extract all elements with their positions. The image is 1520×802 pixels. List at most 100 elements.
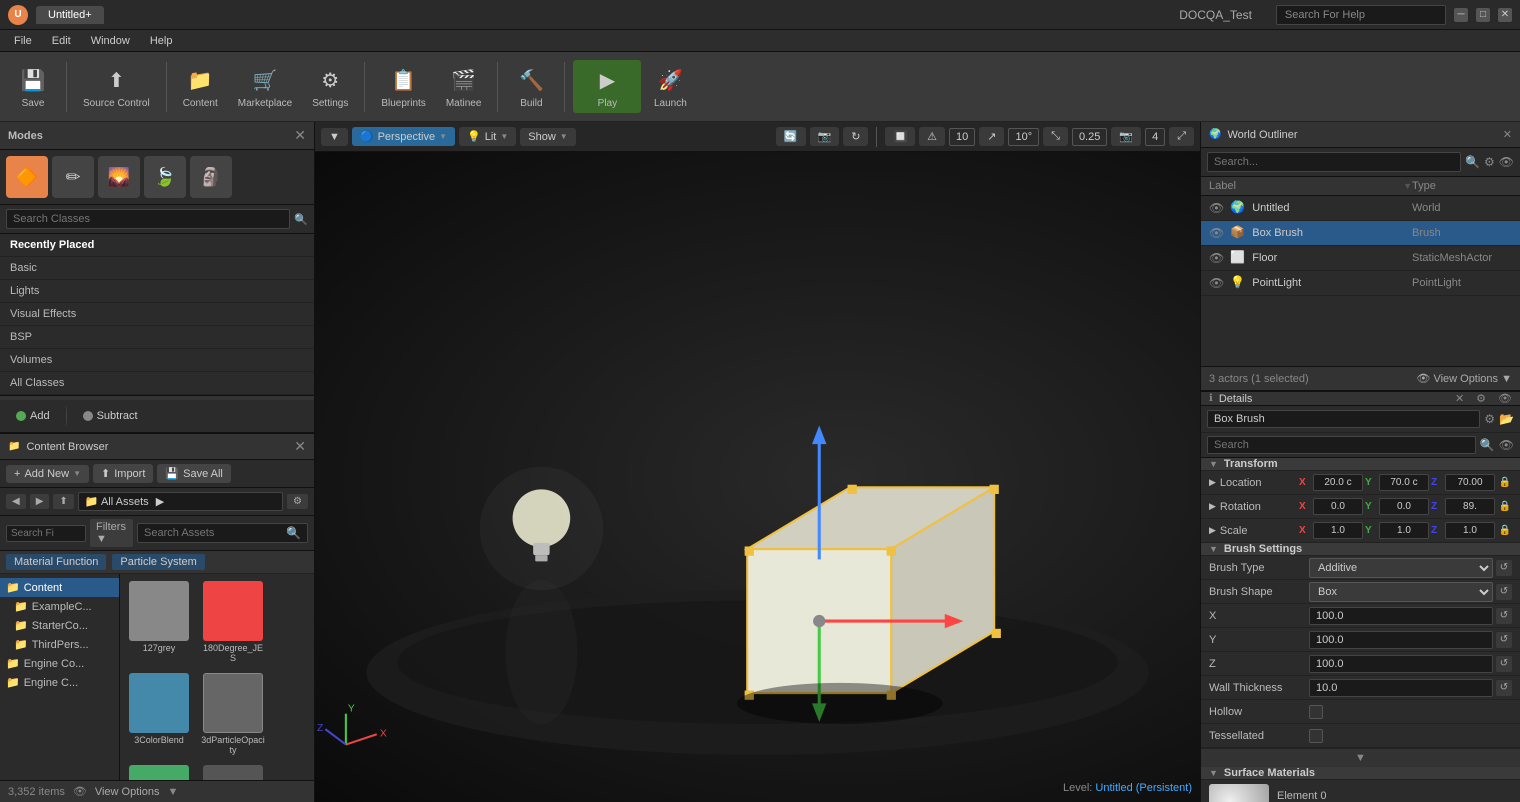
location-x-input[interactable] xyxy=(1313,474,1363,491)
category-all-classes[interactable]: All Classes xyxy=(0,372,314,395)
tree-item-thirdpers[interactable]: 📁 ThirdPers... xyxy=(0,635,119,654)
location-y-input[interactable] xyxy=(1379,474,1429,491)
maximize-button[interactable]: □ xyxy=(1476,8,1490,22)
camera-button[interactable]: 📷 xyxy=(810,127,840,146)
mode-foliage[interactable]: 🍃 xyxy=(144,156,186,198)
cb-up-button[interactable]: ⬆ xyxy=(53,494,73,509)
wo-item-box-brush[interactable]: 👁 📦 Box Brush Brush xyxy=(1201,221,1520,246)
toolbar-save[interactable]: 💾 Save xyxy=(8,60,58,113)
scale-z-input[interactable] xyxy=(1445,522,1495,539)
close-button[interactable]: ✕ xyxy=(1498,8,1512,22)
menu-window[interactable]: Window xyxy=(81,33,140,49)
cb-back-button[interactable]: ◀ xyxy=(6,494,26,509)
asset-3dparticleparticle[interactable]: 3dParticleOpacity_Particle xyxy=(198,762,268,780)
location-lock-button[interactable]: 🔒 xyxy=(1498,476,1512,490)
filter-material-function[interactable]: Material Function xyxy=(6,554,106,570)
subtract-button[interactable]: Subtract xyxy=(75,407,146,425)
toolbar-content[interactable]: 📁 Content xyxy=(175,60,226,113)
asset-3dparticleopacity[interactable]: 3dParticleOpacity xyxy=(198,670,268,758)
visibility-icon-box-brush[interactable]: 👁 xyxy=(1209,226,1224,240)
menu-file[interactable]: File xyxy=(4,33,42,49)
details-name-settings-icon[interactable]: ⚙ xyxy=(1484,412,1495,426)
toolbar-matinee[interactable]: 🎬 Matinee xyxy=(438,60,490,113)
category-basic[interactable]: Basic xyxy=(0,257,314,280)
visibility-icon-untitled[interactable]: 👁 xyxy=(1209,201,1224,215)
location-z-input[interactable] xyxy=(1445,474,1495,491)
filters-dropdown-button[interactable]: Filters ▼ xyxy=(90,519,133,547)
category-lights[interactable]: Lights xyxy=(0,280,314,303)
mode-geometry[interactable]: 🗿 xyxy=(190,156,232,198)
world-outliner-search-input[interactable] xyxy=(1207,152,1461,172)
search-assets-input[interactable] xyxy=(144,527,286,539)
asset-3colorblend[interactable]: 3ColorBlend xyxy=(124,670,194,758)
details-settings-icon[interactable]: ⚙ xyxy=(1476,392,1486,405)
rotation-z-input[interactable] xyxy=(1445,498,1495,515)
tree-item-engine-c[interactable]: 📁 Engine C... xyxy=(0,673,119,692)
perspective-button[interactable]: 🔵 Perspective ▼ xyxy=(352,127,455,146)
add-button[interactable]: Add xyxy=(8,407,58,425)
wo-view-options-button[interactable]: 👁 View Options ▼ xyxy=(1416,372,1512,385)
surface-materials-section-header[interactable]: ▼ Surface Materials xyxy=(1201,767,1520,780)
category-bsp[interactable]: BSP xyxy=(0,326,314,349)
menu-edit[interactable]: Edit xyxy=(42,33,81,49)
minimize-button[interactable]: ─ xyxy=(1454,8,1468,22)
brush-shape-reset-button[interactable]: ↺ xyxy=(1496,584,1512,600)
rotation-lock-button[interactable]: 🔒 xyxy=(1498,500,1512,514)
brush-settings-section-header[interactable]: ▼ Brush Settings xyxy=(1201,543,1520,556)
toolbar-launch[interactable]: 🚀 Launch xyxy=(645,60,695,113)
wo-item-pointlight[interactable]: 👁 💡 PointLight PointLight xyxy=(1201,271,1520,296)
search-classes-input[interactable] xyxy=(6,209,290,229)
cb-settings-button[interactable]: ⚙ xyxy=(287,494,308,509)
details-search-input[interactable] xyxy=(1207,436,1476,454)
brush-x-input[interactable] xyxy=(1309,607,1493,625)
camera-settings-button[interactable]: 📷 xyxy=(1111,127,1141,146)
main-tab[interactable]: Untitled+ xyxy=(36,6,104,24)
brush-y-reset-button[interactable]: ↺ xyxy=(1496,632,1512,648)
visibility-icon-floor[interactable]: 👁 xyxy=(1209,251,1224,265)
brush-y-input[interactable] xyxy=(1309,631,1493,649)
rotation-y-input[interactable] xyxy=(1379,498,1429,515)
world-outliner-eye-icon[interactable]: 👁 xyxy=(1499,155,1514,169)
details-close-button[interactable]: ✕ xyxy=(1455,392,1464,405)
brush-type-select[interactable]: Additive Subtractive xyxy=(1309,558,1493,578)
search-files-input[interactable] xyxy=(6,525,86,542)
transform-section-header[interactable]: ▼ Transform xyxy=(1201,458,1520,471)
scale-value[interactable]: 0.25 xyxy=(1072,128,1107,146)
wall-thickness-reset-button[interactable]: ↺ xyxy=(1496,680,1512,696)
tree-item-engine-co[interactable]: 📁 Engine Co... xyxy=(0,654,119,673)
details-name-browse-icon[interactable]: 📂 xyxy=(1499,412,1514,426)
wall-thickness-input[interactable] xyxy=(1309,679,1493,697)
search-help-input[interactable]: Search For Help xyxy=(1276,5,1446,25)
category-recently-placed[interactable]: Recently Placed xyxy=(0,234,314,257)
brush-x-reset-button[interactable]: ↺ xyxy=(1496,608,1512,624)
tree-item-starterco[interactable]: 📁 StarterCo... xyxy=(0,616,119,635)
brush-z-reset-button[interactable]: ↺ xyxy=(1496,656,1512,672)
visibility-icon-pointlight[interactable]: 👁 xyxy=(1209,276,1224,290)
cb-forward-button[interactable]: ▶ xyxy=(30,494,50,509)
details-eye2-icon[interactable]: 👁 xyxy=(1499,438,1514,452)
rotation-x-input[interactable] xyxy=(1313,498,1363,515)
toolbar-settings[interactable]: ⚙ Settings xyxy=(304,60,356,113)
world-outliner-close-button[interactable]: ✕ xyxy=(1503,128,1512,141)
mode-place[interactable]: 🔶 xyxy=(6,156,48,198)
asset-180degree[interactable]: 180Degree_JES xyxy=(198,578,268,666)
toolbar-play[interactable]: ▶ Play xyxy=(573,60,641,113)
cb-save-all-button[interactable]: 💾 Save All xyxy=(157,464,230,483)
snapping-button[interactable]: 🔲 xyxy=(885,127,915,146)
tree-item-examplec[interactable]: 📁 ExampleC... xyxy=(0,597,119,616)
menu-help[interactable]: Help xyxy=(140,33,183,49)
hollow-checkbox[interactable] xyxy=(1309,705,1323,719)
scale-lock-button[interactable]: 🔒 xyxy=(1498,524,1512,538)
grid-size-value[interactable]: 10 xyxy=(949,128,975,146)
level-name[interactable]: Untitled (Persistent) xyxy=(1095,782,1192,794)
toolbar-source-control[interactable]: ⬆ Source Control xyxy=(75,60,158,113)
lit-button[interactable]: 💡 Lit ▼ xyxy=(459,127,516,146)
category-visual-effects[interactable]: Visual Effects xyxy=(0,303,314,326)
asset-3dparticlemat[interactable]: 3dParticleOpacity_Mat xyxy=(124,762,194,780)
mode-paint[interactable]: ✏ xyxy=(52,156,94,198)
category-volumes[interactable]: Volumes xyxy=(0,349,314,372)
viewport-scene[interactable]: X Y Z Level: Untitled (Persistent) xyxy=(315,152,1200,802)
cb-close-button[interactable]: ✕ xyxy=(294,438,306,455)
world-outliner-settings-icon[interactable]: ⚙ xyxy=(1484,155,1495,169)
rotate-button[interactable]: ↻ xyxy=(843,127,868,146)
